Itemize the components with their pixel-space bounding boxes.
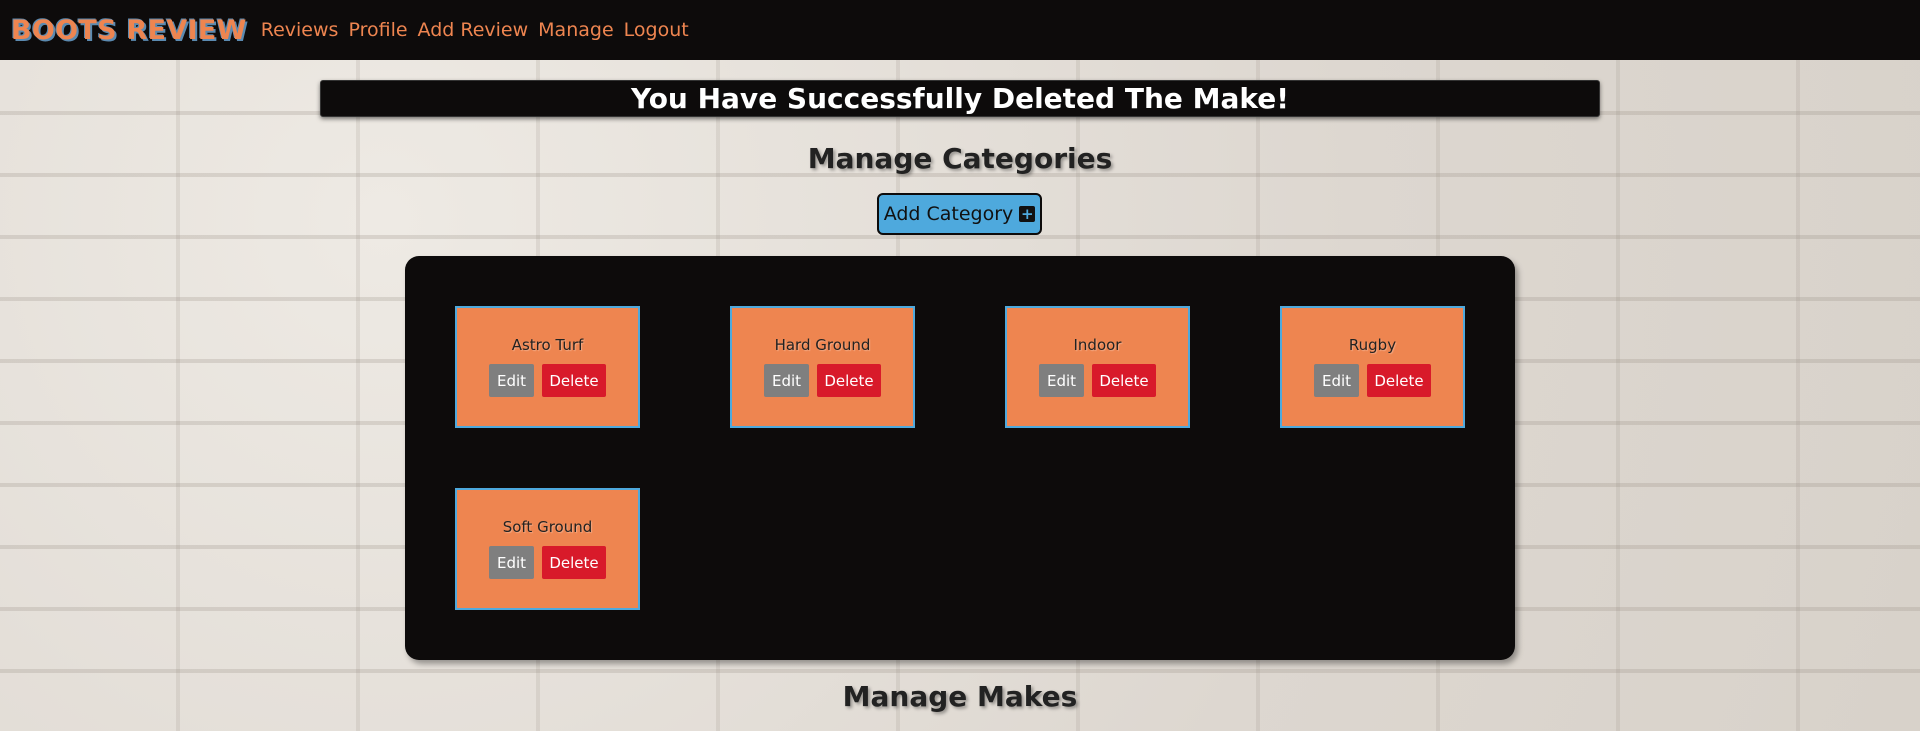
category-card: Soft Ground Edit Delete — [455, 488, 640, 610]
delete-button[interactable]: Delete — [1367, 364, 1431, 397]
nav-link-manage[interactable]: Manage — [538, 19, 613, 41]
category-name: Soft Ground — [502, 518, 593, 536]
category-card: Astro Turf Edit Delete — [455, 306, 640, 428]
manage-makes-title: Manage Makes — [842, 680, 1078, 713]
delete-button[interactable]: Delete — [817, 364, 881, 397]
nav-link-logout[interactable]: Logout — [624, 19, 689, 41]
category-name: Rugby — [1348, 336, 1397, 354]
edit-button[interactable]: Edit — [1039, 364, 1084, 397]
nav-link-reviews[interactable]: Reviews — [261, 19, 339, 41]
edit-button[interactable]: Edit — [1314, 364, 1359, 397]
categories-panel: Astro Turf Edit Delete Hard Ground Edit … — [405, 256, 1515, 660]
nav-link-add-review[interactable]: Add Review — [418, 19, 529, 41]
navbar: BOOTS REVIEW Reviews Profile Add Review … — [0, 0, 1920, 60]
add-category-label: Add Category — [883, 203, 1014, 225]
edit-button[interactable]: Edit — [489, 364, 534, 397]
add-category-button[interactable]: Add Category + — [877, 193, 1042, 235]
edit-button[interactable]: Edit — [489, 546, 534, 579]
delete-button[interactable]: Delete — [542, 546, 606, 579]
delete-button[interactable]: Delete — [1092, 364, 1156, 397]
category-name: Astro Turf — [511, 336, 584, 354]
category-card: Hard Ground Edit Delete — [730, 306, 915, 428]
plus-square-icon: + — [1019, 205, 1036, 223]
edit-button[interactable]: Edit — [764, 364, 809, 397]
nav-link-profile[interactable]: Profile — [348, 19, 407, 41]
category-name: Indoor — [1073, 336, 1122, 354]
flash-message: You Have Successfully Deleted The Make! — [320, 80, 1600, 117]
brand-logo[interactable]: BOOTS REVIEW — [11, 15, 247, 46]
category-card: Rugby Edit Delete — [1280, 306, 1465, 428]
category-name: Hard Ground — [774, 336, 871, 354]
category-card: Indoor Edit Delete — [1005, 306, 1190, 428]
delete-button[interactable]: Delete — [542, 364, 606, 397]
manage-categories-title: Manage Categories — [807, 142, 1113, 175]
